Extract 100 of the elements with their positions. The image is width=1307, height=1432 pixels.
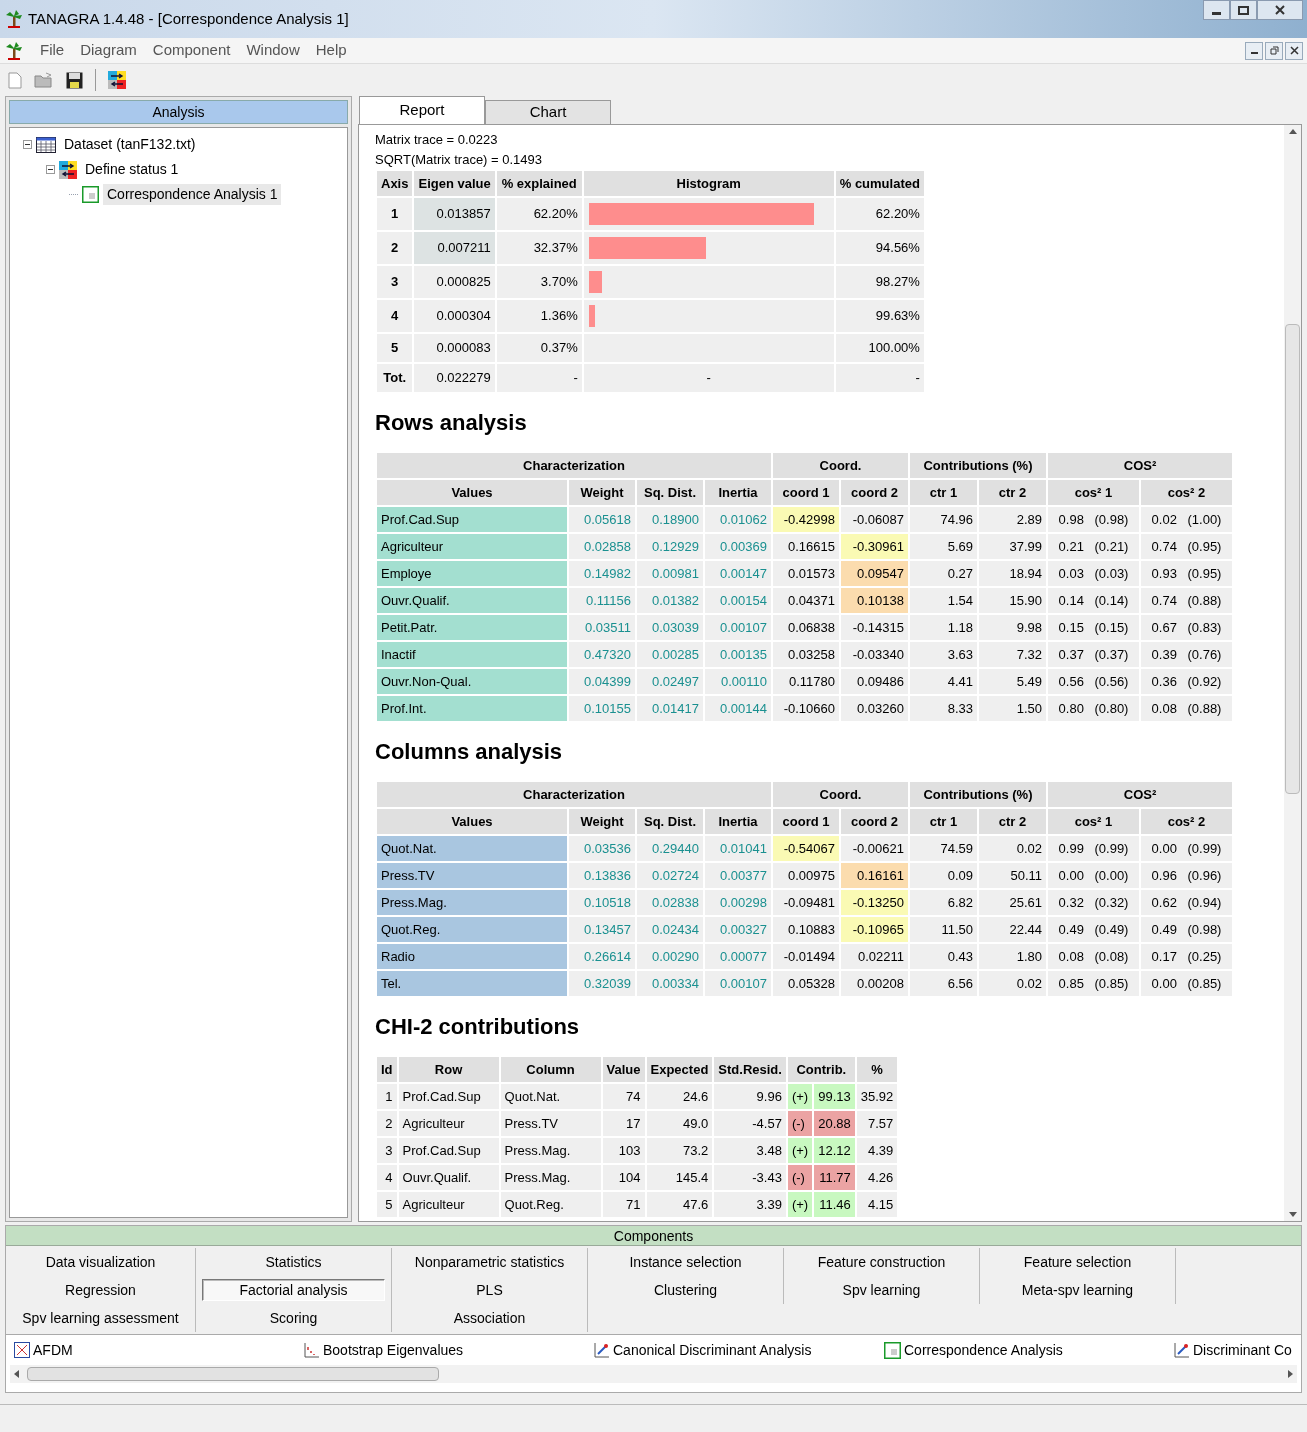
table-cell: 0.00107 [705,615,771,640]
tree-item[interactable]: Define status 1 [81,159,183,180]
table-cell: 0.03511 [569,615,635,640]
column-header: cos² 2 [1141,480,1232,505]
minimize-button[interactable] [1245,41,1263,60]
table-cell: 0.00110 [705,669,771,694]
method-list-item[interactable]: AFDM [33,1339,73,1361]
table-cell: 0.00334 [637,971,703,996]
method-list-item[interactable]: Correspondence Analysis [904,1339,1063,1361]
category-tab[interactable]: Spv learning [790,1279,973,1301]
collapse-icon[interactable] [46,165,55,174]
table-cell: 73.2 [646,1138,713,1163]
table-cell: 0.03258 [773,642,839,667]
category-tab[interactable]: Statistics [202,1251,385,1273]
table-cell: Agriculteur [398,1192,499,1217]
table-cell: 0.11156 [569,588,635,613]
category-tab[interactable]: Nonparametric statistics [398,1251,581,1273]
menu-item[interactable]: Diagram [80,39,137,62]
column-header: Inertia [705,809,771,834]
table-cell: (-) [787,1165,813,1190]
table-cell: 0.03 (0.03) [1048,561,1139,586]
table-cell: (-) [787,1111,813,1136]
category-tab[interactable]: Data visualization [12,1251,189,1273]
table-cell: 0.32039 [569,971,635,996]
table-cell: 5 [377,334,413,362]
category-tab[interactable]: Spv learning assessment [12,1307,189,1329]
table-cell: 0.36 (0.92) [1141,669,1232,694]
table-cell: 0.08 (0.88) [1141,696,1232,721]
close-button[interactable] [1285,41,1303,60]
row-label-cell: Quot.Reg. [377,917,567,942]
table-cell: 99.13 [814,1084,855,1109]
table-cell: 0.98 (0.98) [1048,507,1139,532]
table-cell: 0.62 (0.94) [1141,890,1232,915]
category-tab[interactable]: Factorial analysis [202,1279,385,1301]
tab[interactable]: Report [359,96,485,124]
table-cell: Press.TV [500,1111,601,1136]
row-label-cell: Radio [377,944,567,969]
table-cell: 0.00 (0.99) [1141,836,1232,861]
close-button[interactable] [1257,0,1303,20]
tree-item[interactable]: Dataset (tanF132.txt) [60,134,200,155]
table-cell: 0.26614 [569,944,635,969]
minimize-button[interactable] [1203,0,1230,20]
column-group-header: Coord. [773,453,908,478]
table-cell: 24.6 [646,1084,713,1109]
table-cell: 0.49 (0.49) [1048,917,1139,942]
category-tab[interactable]: Regression [12,1279,189,1301]
table-cell: 0.96 (0.96) [1141,863,1232,888]
table-cell: 0.74 (0.88) [1141,588,1232,613]
menu-item[interactable]: Window [246,39,300,62]
table-cell: 0.49 (0.98) [1141,917,1232,942]
tree-item[interactable]: Correspondence Analysis 1 [103,184,282,205]
table-cell: 6.82 [910,890,977,915]
scroll-up-icon[interactable] [1288,129,1297,134]
section-heading: Rows analysis [375,409,528,437]
table-cell: Press.Mag. [500,1138,601,1163]
scroll-down-icon[interactable] [1288,1212,1297,1217]
table-cell: 0.10155 [569,696,635,721]
category-tab[interactable]: PLS [398,1279,581,1301]
category-tab[interactable]: Instance selection [594,1251,777,1273]
method-list-item[interactable]: Discriminant Co [1193,1339,1292,1361]
category-tab[interactable]: Association [398,1307,581,1329]
table-cell: 0.21 (0.21) [1048,534,1139,559]
scroll-right-icon[interactable] [1288,1370,1293,1378]
define-status-icon [108,71,126,89]
table-cell: 0.04371 [773,588,839,613]
horizontal-scrollbar[interactable] [10,1365,1297,1383]
column-header: Sq. Dist. [637,809,703,834]
section-heading: Columns analysis [375,738,564,766]
method-list-item[interactable]: Canonical Discriminant Analysis [613,1339,812,1361]
save-icon[interactable] [66,71,83,89]
table-cell: 71 [602,1192,645,1217]
tab[interactable]: Chart [485,100,611,124]
category-tab[interactable]: Meta-spv learning [986,1279,1169,1301]
scrollbar-thumb[interactable] [27,1367,439,1381]
table-cell: 0.00077 [705,944,771,969]
menu-item[interactable]: Help [315,39,347,62]
menu-item[interactable]: File [40,39,65,62]
table-cell: 7.57 [856,1111,898,1136]
vertical-scrollbar[interactable] [1284,125,1301,1221]
category-tab[interactable]: Feature selection [986,1251,1169,1273]
table-cell: Quot.Nat. [500,1084,601,1109]
table-cell: 1 [377,198,413,230]
table-cell: 0.14 (0.14) [1048,588,1139,613]
table-cell: 0.15 (0.15) [1048,615,1139,640]
table-cell: 0.80 (0.80) [1048,696,1139,721]
scroll-left-icon[interactable] [14,1370,19,1378]
collapse-icon[interactable] [23,140,32,149]
category-tab[interactable]: Clustering [594,1279,777,1301]
table-cell: 11.46 [814,1192,855,1217]
category-tab[interactable]: Feature construction [790,1251,973,1273]
table-cell: 98.27% [835,266,924,298]
maximize-button[interactable] [1230,0,1257,20]
column-header: Weight [569,480,635,505]
method-list-item[interactable]: Bootstrap Eigenvalues [323,1339,464,1361]
column-group-header: Characterization [377,782,771,807]
menu-item[interactable]: Component [152,39,231,62]
scrollbar-thumb[interactable] [1285,324,1300,794]
table-cell: 0.01417 [637,696,703,721]
category-tab[interactable]: Scoring [202,1307,385,1329]
table-cell: 4.26 [856,1165,898,1190]
